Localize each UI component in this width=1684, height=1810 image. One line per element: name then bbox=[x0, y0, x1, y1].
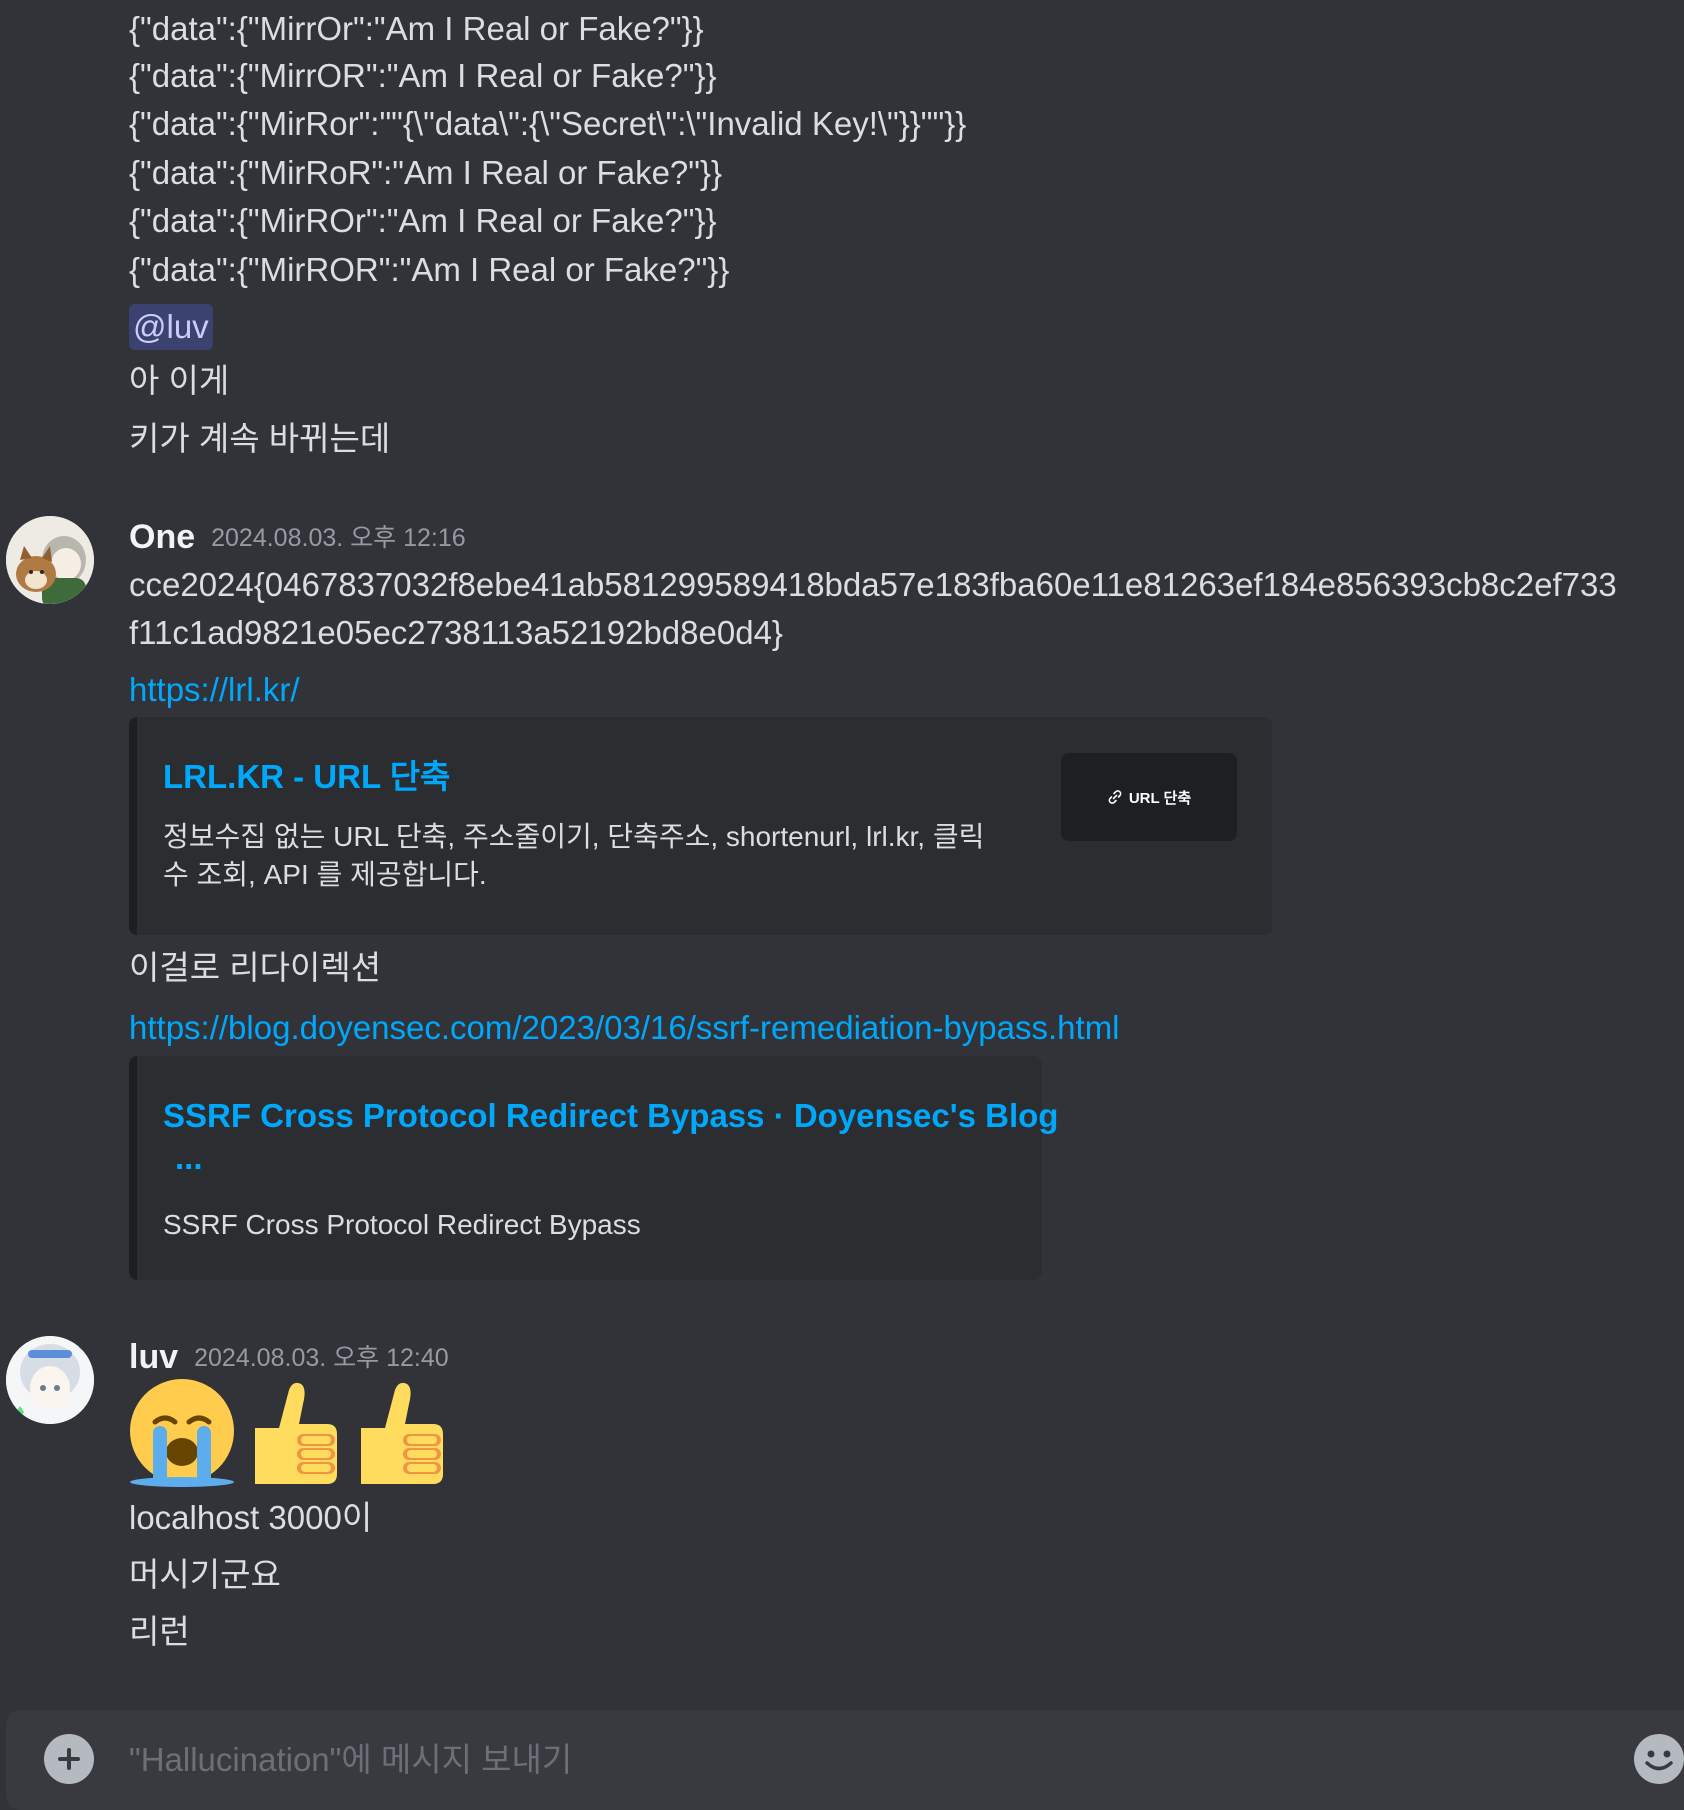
avatar-illustration-icon bbox=[6, 1336, 94, 1424]
message-text-line: {"data":{"MirRoR":"Am I Real or Fake?"}} bbox=[129, 154, 723, 191]
embed-description: SSRF Cross Protocol Redirect Bypass bbox=[163, 1209, 641, 1240]
message-text-line: {"data":{"MirROr":"Am I Real or Fake?"}} bbox=[129, 202, 717, 239]
avatar[interactable] bbox=[6, 516, 94, 604]
message-text-line: {"data":{"MirrOR":"Am I Real or Fake?"}} bbox=[129, 57, 717, 94]
author-name[interactable]: luv bbox=[129, 1338, 178, 1376]
message-text-line: {"data":{"MirrOr":"Am I Real or Fake?"}} bbox=[129, 10, 704, 47]
loudly-crying-face-icon[interactable] bbox=[130, 1379, 234, 1487]
user-mention[interactable]: @luv bbox=[129, 304, 213, 350]
message-link[interactable]: https://blog.doyensec.com/2023/03/16/ssr… bbox=[129, 1005, 1120, 1051]
embed-description-line: 정보수집 없는 URL 단축, 주소줄이기, 단축주소, shortenurl,… bbox=[163, 821, 985, 852]
message-text-line: 키가 계속 바뀌는데 bbox=[129, 420, 391, 457]
message-timestamp: 2024.08.03. 오후 12:40 bbox=[194, 1344, 449, 1372]
message-link[interactable]: https://lrl.kr/ bbox=[129, 667, 300, 713]
message-text-line: f11c1ad9821e05ec2738113a52192bd8e0d4} bbox=[129, 614, 783, 651]
embed-description: 정보수집 없는 URL 단축, 주소줄이기, 단축주소, shortenurl,… bbox=[163, 818, 1063, 894]
link-icon bbox=[1108, 790, 1122, 804]
avatar[interactable] bbox=[6, 1336, 94, 1424]
message-author[interactable]: One 2024.08.03. 오후 12:16 bbox=[129, 514, 466, 561]
upload-button[interactable] bbox=[44, 1734, 94, 1784]
embed-thumbnail[interactable]: URL 단축 bbox=[1061, 753, 1237, 841]
message-composer: "Hallucination"에 메시지 보내기 bbox=[6, 1710, 1684, 1810]
embed-thumbnail-label: URL 단축 bbox=[1128, 789, 1192, 807]
jumbo-emoji-row bbox=[129, 1378, 449, 1488]
message-text-line: 아 이게 bbox=[129, 362, 230, 399]
message-text-line: cce2024{0467837032f8ebe41ab581299589418b… bbox=[129, 566, 1617, 603]
embed-title-link[interactable]: SSRF Cross Protocol Redirect Bypass · Do… bbox=[163, 1094, 1058, 1138]
plus-icon bbox=[58, 1748, 80, 1770]
embed-description-line: 수 조회, API 를 제공합니다. bbox=[163, 859, 487, 890]
message-text-line: 머시기군요 bbox=[129, 1556, 281, 1593]
smiley-icon bbox=[1645, 1750, 1673, 1771]
author-name[interactable]: One bbox=[129, 518, 195, 556]
message-author[interactable]: luv 2024.08.03. 오후 12:40 bbox=[129, 1334, 449, 1381]
avatar-illustration-icon bbox=[6, 516, 94, 604]
embed-title-ellipsis: ... bbox=[175, 1139, 203, 1176]
link-embed: LRL.KR - URL 단축 정보수집 없는 URL 단축, 주소줄이기, 단… bbox=[129, 717, 1272, 935]
message-timestamp: 2024.08.03. 오후 12:16 bbox=[211, 524, 466, 552]
message-text-line: {"data":{"MirRor":""{\"data\":{\"Secret\… bbox=[129, 105, 967, 142]
thumbs-up-icon[interactable] bbox=[255, 1382, 337, 1484]
message-input[interactable]: "Hallucination"에 메시지 보내기 bbox=[129, 1737, 572, 1783]
message-text-line: localhost 3000이 bbox=[129, 1499, 373, 1536]
thumbs-up-icon[interactable] bbox=[361, 1382, 443, 1484]
message-text-line: 리런 bbox=[129, 1613, 190, 1650]
embed-title-link[interactable]: LRL.KR - URL 단축 bbox=[163, 755, 450, 799]
link-embed: SSRF Cross Protocol Redirect Bypass · Do… bbox=[129, 1056, 1058, 1280]
emoji-picker-button[interactable] bbox=[1634, 1734, 1684, 1784]
message-text-line: 이걸로 리다이렉션 bbox=[129, 949, 382, 986]
message-text-line: {"data":{"MirROR":"Am I Real or Fake?"}} bbox=[129, 251, 730, 288]
